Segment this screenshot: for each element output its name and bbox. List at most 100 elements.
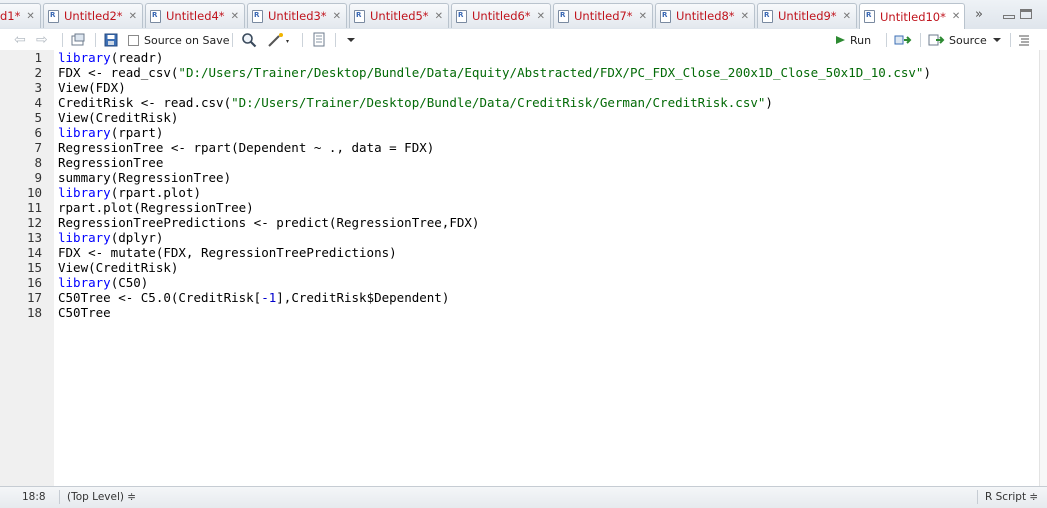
close-icon[interactable]: ✕ bbox=[333, 11, 341, 22]
maximize-pane-icon[interactable] bbox=[1020, 9, 1032, 19]
minimize-pane-icon[interactable] bbox=[1003, 15, 1015, 19]
back-arrow-icon[interactable]: ⇦ bbox=[14, 32, 26, 48]
cursor-position: 18:8 bbox=[22, 491, 46, 503]
editor-toolbar: ⇦ ⇨ Source on Save Run Source bbox=[0, 29, 1047, 51]
close-icon[interactable]: ✕ bbox=[639, 11, 647, 22]
line-number: 9 bbox=[34, 170, 42, 185]
run-button[interactable]: Run bbox=[836, 32, 871, 48]
line-number: 12 bbox=[26, 215, 42, 230]
close-icon[interactable]: ✕ bbox=[231, 11, 239, 22]
code-line[interactable]: C50Tree bbox=[58, 305, 111, 320]
code-line[interactable]: CreditRisk <- read.csv("D:/Users/Trainer… bbox=[58, 95, 773, 110]
line-number: 14 bbox=[26, 245, 42, 260]
compile-report-icon[interactable] bbox=[311, 32, 327, 48]
source-label: Source bbox=[949, 33, 987, 47]
code-text: C50Tree bbox=[58, 305, 111, 320]
tab-untitled7[interactable]: Untitled7* ✕ bbox=[553, 3, 653, 28]
code-text: ) bbox=[765, 95, 773, 110]
tab-untitled6[interactable]: Untitled6* ✕ bbox=[451, 3, 551, 28]
close-icon[interactable]: ✕ bbox=[537, 11, 545, 22]
code-text: View(CreditRisk) bbox=[58, 260, 179, 275]
tab-overflow-icon[interactable]: » bbox=[975, 7, 983, 22]
line-number-gutter: 1 2 3 4 5 6 7 8 9 10 11 12 13 14 15 16 1… bbox=[0, 50, 54, 486]
tab-untitled8[interactable]: Untitled8* ✕ bbox=[655, 3, 755, 28]
keyword: library bbox=[58, 125, 111, 140]
close-icon[interactable]: ✕ bbox=[26, 11, 34, 22]
code-line[interactable]: library(rpart.plot) bbox=[58, 185, 201, 200]
line-number: 11 bbox=[26, 200, 42, 215]
code-line[interactable]: FDX <- mutate(FDX, RegressionTreePredict… bbox=[58, 245, 397, 260]
code-line[interactable]: rpart.plot(RegressionTree) bbox=[58, 200, 254, 215]
code-line[interactable]: library(dplyr) bbox=[58, 230, 163, 245]
code-line[interactable]: library(readr) bbox=[58, 50, 163, 65]
code-line[interactable]: C50Tree <- C5.0(CreditRisk[-1],CreditRis… bbox=[58, 290, 449, 305]
source-icon bbox=[928, 34, 945, 46]
chevron-down-icon[interactable] bbox=[992, 36, 1001, 44]
source-on-save-checkbox[interactable]: Source on Save bbox=[128, 32, 229, 48]
code-text: CreditRisk <- read.csv( bbox=[58, 95, 232, 110]
forward-arrow-icon[interactable]: ⇨ bbox=[36, 32, 48, 48]
tab-untitled3[interactable]: Untitled3* ✕ bbox=[247, 3, 347, 28]
close-icon[interactable]: ✕ bbox=[129, 11, 137, 22]
tab-label: Untitled5* bbox=[370, 9, 429, 23]
tab-untitled10[interactable]: Untitled10* ✕ bbox=[859, 3, 965, 29]
source-button[interactable]: Source bbox=[928, 32, 1001, 48]
code-line[interactable]: RegressionTree bbox=[58, 155, 163, 170]
source-on-save-label: Source on Save bbox=[144, 33, 230, 47]
line-number: 8 bbox=[34, 155, 42, 170]
code-text: ],CreditRisk$Dependent) bbox=[276, 290, 450, 305]
save-icon[interactable] bbox=[104, 32, 118, 48]
code-text: (rpart) bbox=[110, 125, 164, 140]
tab-untitled5[interactable]: Untitled5* ✕ bbox=[349, 3, 449, 28]
line-number: 18 bbox=[26, 305, 42, 320]
close-icon[interactable]: ✕ bbox=[843, 11, 851, 22]
file-type-selector[interactable]: R Script ≑ bbox=[985, 491, 1038, 503]
r-document-icon bbox=[762, 9, 773, 23]
close-icon[interactable]: ✕ bbox=[741, 11, 749, 22]
tab-label: Untitled2* bbox=[64, 9, 123, 23]
tab-label: d1* bbox=[0, 9, 21, 23]
r-document-icon bbox=[354, 9, 365, 23]
line-number: 7 bbox=[34, 140, 42, 155]
code-tools-wand-icon[interactable] bbox=[267, 32, 291, 48]
chevron-down-icon[interactable] bbox=[347, 32, 355, 48]
code-text: (readr) bbox=[110, 50, 164, 65]
code-text: C50Tree <- C5.0(CreditRisk[ bbox=[58, 290, 262, 305]
close-icon[interactable]: ✕ bbox=[952, 11, 960, 22]
editor-tab-bar: d1* ✕ Untitled2* ✕ Untitled4* ✕ Untitled3* ✕… bbox=[0, 0, 1047, 30]
r-document-icon bbox=[558, 9, 569, 23]
rerun-icon[interactable] bbox=[894, 32, 914, 48]
code-line[interactable]: library(C50) bbox=[58, 275, 148, 290]
code-line[interactable]: RegressionTreePredictions <- predict(Reg… bbox=[58, 215, 479, 230]
tab-untitled2[interactable]: Untitled2* ✕ bbox=[43, 3, 143, 28]
code-line[interactable]: View(CreditRisk) bbox=[58, 110, 178, 125]
code-line[interactable]: FDX <- read_csv("D:/Users/Trainer/Deskto… bbox=[58, 65, 931, 80]
code-text: (C50) bbox=[110, 275, 149, 290]
tab-label: Untitled4* bbox=[166, 9, 225, 23]
code-editor[interactable]: 1 2 3 4 5 6 7 8 9 10 11 12 13 14 15 16 1… bbox=[0, 50, 1047, 486]
line-number: 1 bbox=[34, 50, 42, 65]
code-line[interactable]: library(rpart) bbox=[58, 125, 163, 140]
code-text: RegressionTreePredictions <- predict(Reg… bbox=[58, 215, 480, 230]
code-line[interactable]: summary(RegressionTree) bbox=[58, 170, 231, 185]
code-line[interactable]: RegressionTree <- rpart(Dependent ~ ., d… bbox=[58, 140, 434, 155]
code-text: RegressionTree <- rpart(Dependent ~ ., d… bbox=[58, 140, 435, 155]
line-number: 6 bbox=[34, 125, 42, 140]
line-number: 2 bbox=[34, 65, 42, 80]
search-icon[interactable] bbox=[241, 32, 257, 48]
vertical-scrollbar[interactable] bbox=[1039, 50, 1047, 486]
code-line[interactable]: View(FDX) bbox=[58, 80, 126, 95]
checkbox-icon[interactable] bbox=[128, 34, 139, 46]
close-icon[interactable]: ✕ bbox=[435, 11, 443, 22]
line-number: 3 bbox=[34, 80, 42, 95]
scope-selector[interactable]: (Top Level) ≑ bbox=[67, 491, 136, 503]
tab-untitled4[interactable]: Untitled4* ✕ bbox=[145, 3, 245, 28]
outline-menu-icon[interactable] bbox=[1018, 32, 1030, 48]
code-line[interactable]: View(CreditRisk) bbox=[58, 260, 178, 275]
show-in-window-icon[interactable] bbox=[70, 32, 86, 48]
tab-d1[interactable]: d1* ✕ bbox=[0, 3, 41, 28]
tab-untitled9[interactable]: Untitled9* ✕ bbox=[757, 3, 857, 28]
tab-label: Untitled3* bbox=[268, 9, 327, 23]
code-text: ) bbox=[923, 65, 931, 80]
line-number: 17 bbox=[26, 290, 42, 305]
